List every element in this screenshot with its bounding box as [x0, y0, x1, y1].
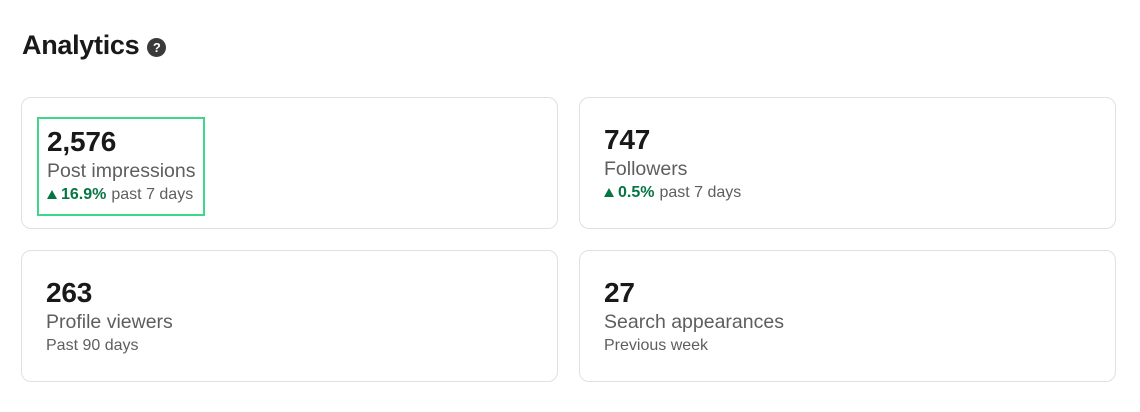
followers-card[interactable]: 747 Followers 0.5% past 7 days: [579, 97, 1116, 229]
trend-up-icon: [47, 189, 57, 199]
section-title: Analytics: [22, 30, 140, 60]
metric-label: Profile viewers: [46, 311, 173, 333]
analytics-section: Analytics ? 2,576 Post impressions 16.9%…: [0, 0, 1140, 412]
metric-value: 27: [604, 277, 635, 308]
trend-period: past 7 days: [659, 184, 742, 201]
metric-value: 747: [604, 124, 651, 155]
trend-up-icon: [604, 187, 614, 197]
metric-subtext: Previous week: [604, 337, 709, 354]
highlighted-metric: 2,576 Post impressions 16.9% past 7 days: [37, 117, 206, 216]
metric-label: Search appearances: [604, 311, 784, 333]
metric-trend: 16.9% past 7 days: [47, 184, 195, 206]
profile-viewers-card[interactable]: 263 Profile viewers Past 90 days: [21, 250, 558, 382]
metric-value: 263: [46, 277, 93, 308]
post-impressions-card[interactable]: 2,576 Post impressions 16.9% past 7 days: [21, 97, 558, 229]
metric-subtext: Past 90 days: [46, 337, 139, 354]
analytics-header: Analytics ?: [22, 28, 167, 62]
trend-percent: 0.5%: [618, 184, 655, 201]
trend-period: past 7 days: [111, 186, 194, 203]
metric-value: 2,576: [47, 126, 117, 157]
metric-label: Followers: [604, 158, 688, 180]
trend-percent: 16.9%: [61, 186, 107, 203]
metric-label: Post impressions: [47, 160, 196, 182]
help-icon[interactable]: ?: [147, 37, 167, 57]
search-appearances-card[interactable]: 27 Search appearances Previous week: [579, 250, 1116, 382]
metric-trend: 0.5% past 7 days: [604, 182, 741, 204]
